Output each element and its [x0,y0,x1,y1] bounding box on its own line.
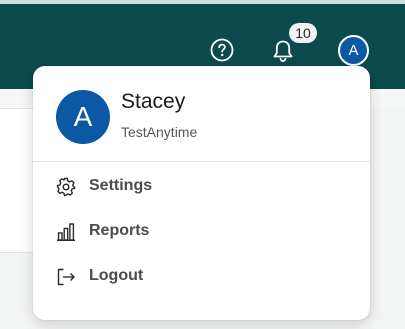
logout-icon [56,267,76,287]
menu-item-logout[interactable]: Logout [33,257,370,297]
app-root: 10 A A Stacey TestAnytime Settings Repor… [0,0,405,329]
user-organization: TestAnytime [121,124,198,140]
notifications-bell-icon[interactable] [270,38,296,64]
gear-icon [56,177,76,197]
user-menu-dropdown: A Stacey TestAnytime Settings Reports Lo… [33,66,370,320]
top-bar-accent [0,0,405,4]
bar-chart-icon [56,222,76,242]
menu-item-label: Reports [89,222,150,239]
menu-item-settings[interactable]: Settings [33,167,370,207]
user-profile-header: A Stacey TestAnytime [33,66,370,161]
menu-item-label: Settings [89,177,153,194]
menu-item-label: Logout [89,267,144,284]
notification-count-badge: 10 [289,23,317,43]
user-avatar-button[interactable]: A [338,35,369,66]
user-name: Stacey [121,90,186,113]
profile-avatar: A [56,90,110,144]
menu-divider [33,161,370,162]
help-icon[interactable] [210,38,234,62]
menu-item-reports[interactable]: Reports [33,212,370,252]
